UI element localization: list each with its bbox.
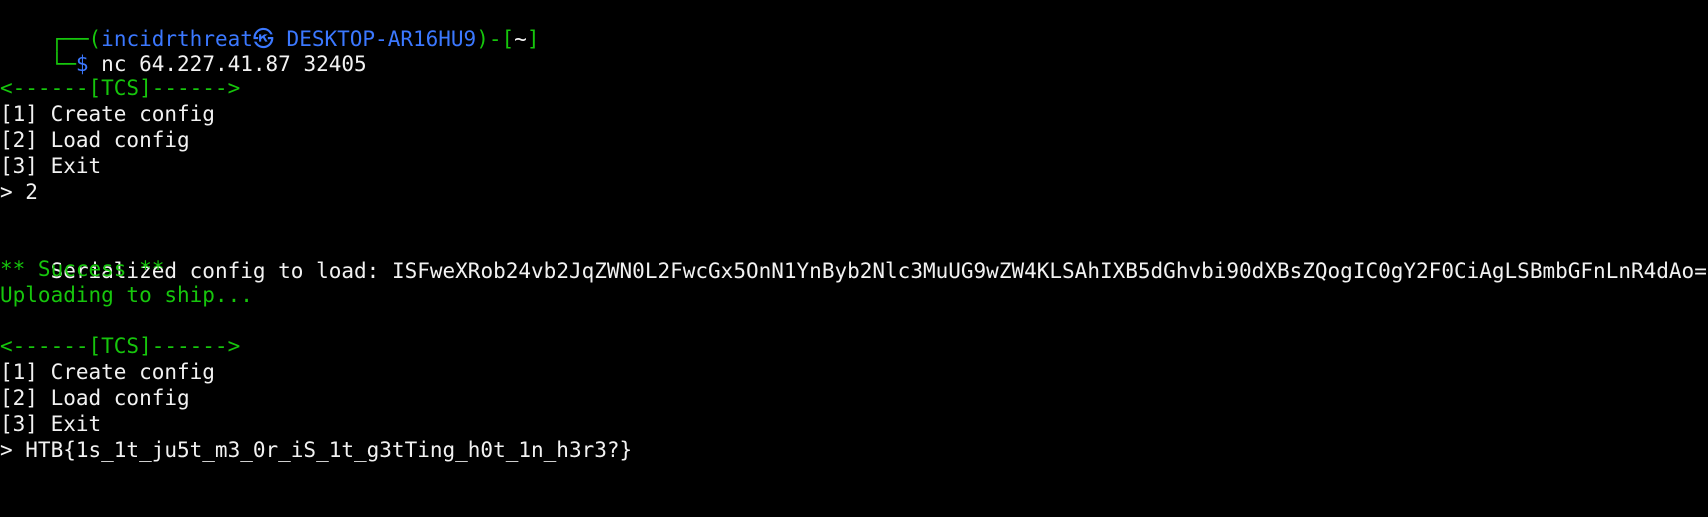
uploading-message: Uploading to ship... xyxy=(0,283,253,307)
menu-banner-1: <------[TCS]------> xyxy=(0,76,241,100)
command-text: nc 64.227.41.87 32405 xyxy=(88,52,367,76)
serialized-config-line: Serialized config to load: ISFweXRob24vb… xyxy=(0,229,1707,283)
menu-banner-2: <------[TCS]------> xyxy=(0,334,241,358)
prompt-close-paren: ) xyxy=(476,27,489,51)
prompt-corner-bottom: └─ xyxy=(50,52,76,76)
menu-2-item-exit: [3] Exit xyxy=(0,412,102,436)
prompt-close-bracket: ] xyxy=(526,27,540,51)
command-line: └─$ nc 64.227.41.87 32405 xyxy=(0,22,367,76)
serialized-config-value: ISFweXRob24vb2JqZWN0L2FwcGx5OnN1YnByb2Nl… xyxy=(391,259,1707,283)
menu-1-item-exit: [3] Exit xyxy=(0,154,102,178)
prompt-cwd: ~ xyxy=(514,27,527,51)
prompt-dash: - xyxy=(488,27,502,51)
success-message: ** Success ** xyxy=(0,257,165,281)
prompt-open-bracket: [ xyxy=(501,27,515,51)
menu-2-item-load: [2] Load config xyxy=(0,386,190,410)
menu-1-input: > 2 xyxy=(0,180,38,204)
menu-1-item-load: [2] Load config xyxy=(0,128,190,152)
menu-2-item-create: [1] Create config xyxy=(0,360,215,384)
menu-1-item-create: [1] Create config xyxy=(0,102,215,126)
menu-2-input-flag: > HTB{1s_1t_ju5t_m3_0r_iS_1t_g3tTing_h0t… xyxy=(0,438,633,462)
prompt-dollar: $ xyxy=(75,52,89,76)
terminal-window[interactable]: ┌──(incidrthreat㉿ DESKTOP-AR16HU9)-[~] └… xyxy=(0,0,1708,517)
